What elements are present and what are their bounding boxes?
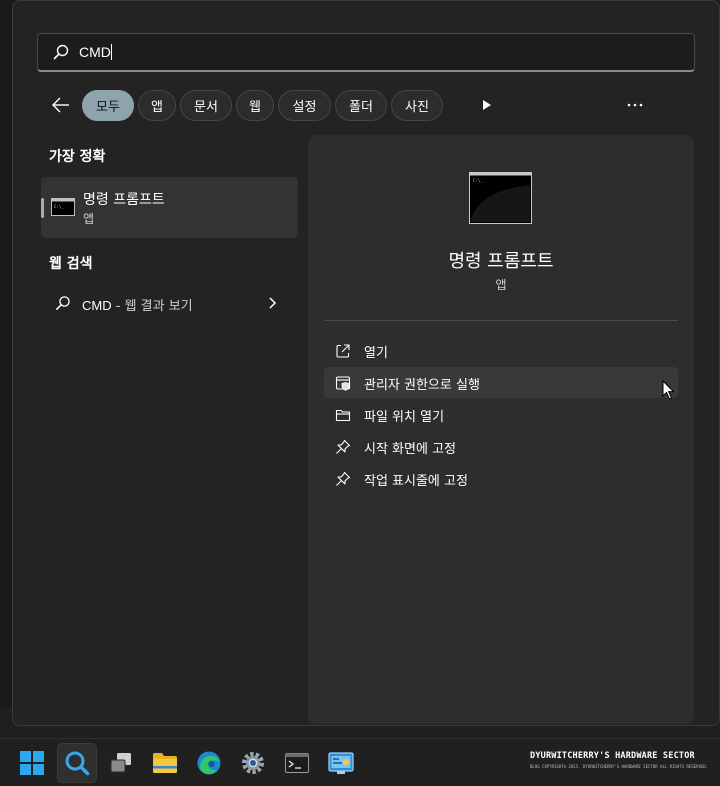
terminal-icon [285,753,309,773]
filter-chip-label: 앱 [151,100,163,115]
taskbar-file-explorer-button[interactable] [145,743,185,783]
action-label: 열기 [364,346,388,361]
web-search-heading: 웹 검색 [49,256,93,272]
action-label: 시작 화면에 고정 [364,442,456,457]
web-search-suffix: - 웹 결과 보기 [115,299,193,314]
text-caret [110,44,112,60]
arrow-left-icon [52,97,69,113]
file-explorer-icon [153,753,177,773]
filter-chip-label: 모두 [96,100,120,115]
watermark-title: DYURWITCHERRY'S HARDWARE SECTOR [530,751,695,761]
watermark-copyright: BLOG COPYRIGHT© 2015. DYURWITCHERRY'S HA… [530,764,709,769]
taskbar-start-button[interactable] [12,743,52,783]
details-title: 명령 프롬프트 [448,251,554,272]
admin-shield-icon [335,376,351,391]
filter-chip-apps[interactable]: 앱 [138,90,176,121]
best-match-item[interactable]: C:\_ 명령 프롬프트 앱 [41,177,298,238]
windows-start-icon [20,751,44,775]
filter-chip-photos[interactable]: 사진 [391,90,443,121]
search-icon [65,751,90,776]
back-button[interactable] [48,94,74,116]
action-label: 파일 위치 열기 [364,410,445,425]
play-icon [483,100,491,110]
filter-chip-label: 웹 [249,100,261,115]
edge-icon [197,751,221,775]
web-search-result[interactable]: CMD - 웹 결과 보기 [41,287,298,319]
settings-icon [242,752,264,774]
filter-chip-label: 문서 [194,100,218,115]
mouse-cursor-icon [662,380,675,400]
filter-chip-folders[interactable]: 폴더 [335,90,387,121]
filter-chip-label: 사진 [405,100,429,115]
best-match-heading: 가장 정확 [49,149,106,165]
pin-icon [336,439,351,454]
open-external-icon [336,344,350,358]
more-filters-button[interactable] [478,96,496,114]
command-prompt-icon: C:\_ [51,198,75,216]
filter-chip-all[interactable]: 모두 [82,90,134,121]
web-search-query: CMD [82,298,112,313]
search-input[interactable]: CMD [37,33,695,72]
filter-chip-web[interactable]: 웹 [236,90,274,121]
details-subtitle: 앱 [495,278,507,292]
search-icon [56,296,70,310]
filter-chip-documents[interactable]: 문서 [180,90,232,121]
chevron-right-icon[interactable] [268,296,278,310]
svg-text:C:\_: C:\_ [54,204,64,209]
watermark: DYURWITCHERRY'S HARDWARE SECTOR BLOG COP… [530,751,708,775]
pin-icon [336,471,351,486]
svg-text:C:\_: C:\_ [473,178,483,183]
action-open[interactable]: 열기 [324,335,678,366]
filter-chip-label: 폴더 [349,100,373,115]
search-icon [53,44,69,60]
taskbar-task-view-button[interactable] [101,743,141,783]
details-divider [324,320,678,321]
filter-chip-settings[interactable]: 설정 [278,90,331,121]
taskbar-control-panel-button[interactable] [321,743,361,783]
web-search-text: CMD - 웹 결과 보기 [82,295,193,314]
best-match-name: 명령 프롬프트 [83,192,165,208]
taskbar-settings-button[interactable] [233,743,273,783]
action-open-file-location[interactable]: 파일 위치 열기 [324,399,678,430]
filter-chip-label: 설정 [292,100,317,115]
action-label: 작업 표시줄에 고정 [364,474,468,489]
search-query[interactable]: CMD [79,44,111,60]
action-pin-to-start[interactable]: 시작 화면에 고정 [324,431,678,462]
ellipsis-icon [627,103,643,107]
folder-icon [335,409,351,422]
control-panel-icon [328,752,354,774]
best-match-type: 앱 [83,212,95,226]
taskbar-terminal-button[interactable] [277,743,317,783]
more-options-button[interactable] [622,94,648,116]
selection-indicator [41,198,44,218]
action-pin-to-taskbar[interactable]: 작업 표시줄에 고정 [324,463,678,494]
action-label: 관리자 권한으로 실행 [364,378,480,393]
command-prompt-icon: C:\_ [469,172,532,224]
action-run-as-admin[interactable]: 관리자 권한으로 실행 [324,367,678,398]
taskbar-edge-button[interactable] [189,743,229,783]
taskbar-search-button[interactable] [57,743,97,783]
task-view-icon [110,753,131,773]
